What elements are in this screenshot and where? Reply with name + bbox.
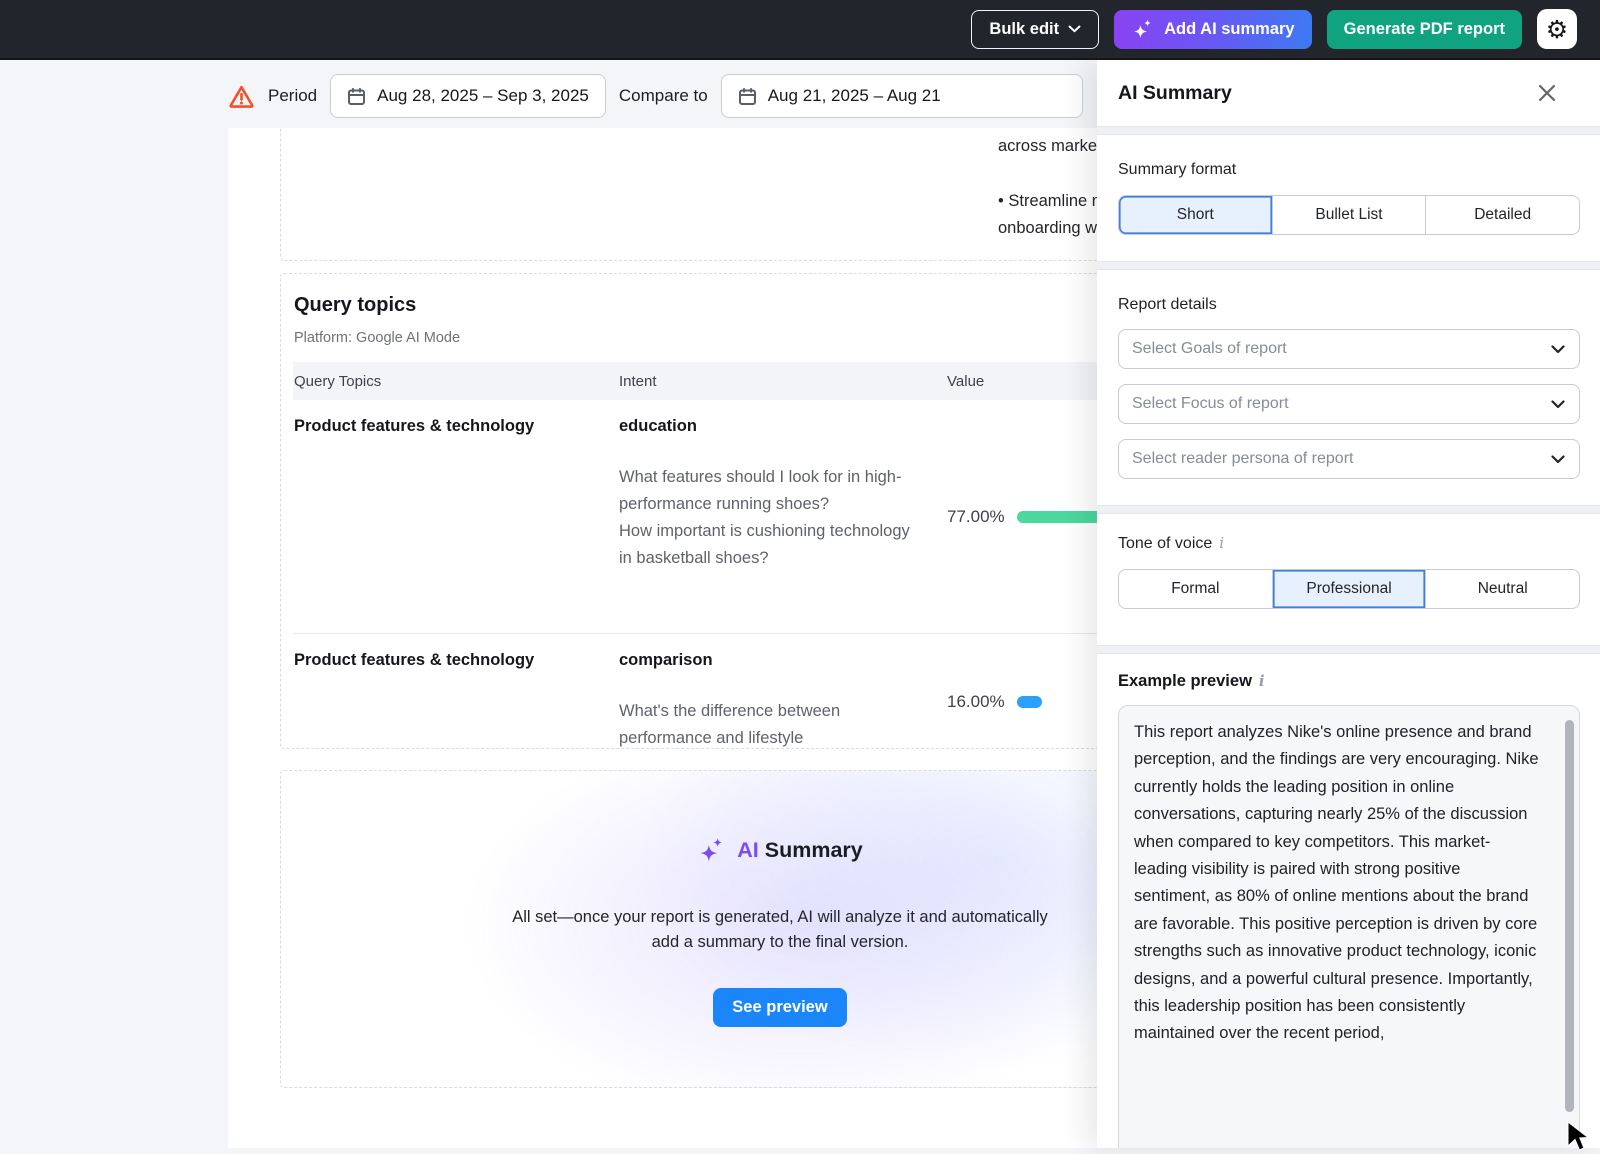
focus-select[interactable]: Select Focus of report xyxy=(1118,384,1580,424)
preview-scrollbar[interactable] xyxy=(1565,720,1574,1112)
section-divider xyxy=(1097,505,1600,514)
clipped-text-line: across market xyxy=(998,133,1106,160)
top-action-bar: Bulk edit Add AI summary Generate PDF re… xyxy=(0,0,1600,60)
ai-sparkles-icon xyxy=(697,835,727,865)
summary-format-segmented-control: Short Bullet List Detailed xyxy=(1118,195,1580,235)
section-divider xyxy=(1097,645,1600,654)
panel-title: AI Summary xyxy=(1118,82,1232,105)
report-details-label: Report details xyxy=(1118,296,1580,314)
row-intent: comparison xyxy=(619,651,947,670)
tone-option-formal[interactable]: Formal xyxy=(1119,570,1273,608)
tone-option-professional[interactable]: Professional xyxy=(1273,570,1427,608)
period-label: Period xyxy=(268,86,317,106)
add-ai-summary-button[interactable]: Add AI summary xyxy=(1114,10,1312,49)
warning-icon xyxy=(228,84,255,109)
info-icon: i xyxy=(1259,672,1265,690)
calendar-icon xyxy=(347,87,366,106)
clipped-text-line: onboarding wi xyxy=(998,215,1106,242)
format-option-bullet-list[interactable]: Bullet List xyxy=(1273,196,1427,234)
section-divider xyxy=(1097,126,1600,135)
example-preview-text: This report analyzes Nike's online prese… xyxy=(1134,719,1539,1048)
row-topic: Product features & technology xyxy=(293,651,619,749)
close-icon[interactable] xyxy=(1532,78,1562,108)
compare-to-label: Compare to xyxy=(619,86,708,106)
bulk-edit-button[interactable]: Bulk edit xyxy=(971,10,1099,49)
calendar-icon xyxy=(738,87,757,106)
ai-summary-panel: AI Summary Summary format Short Bullet L… xyxy=(1097,60,1600,1148)
settings-button[interactable]: ⚙ xyxy=(1537,9,1577,49)
reader-persona-select[interactable]: Select reader persona of report xyxy=(1118,439,1580,479)
column-header-intent: Intent xyxy=(619,373,947,390)
format-option-detailed[interactable]: Detailed xyxy=(1426,196,1579,234)
gear-icon: ⚙ xyxy=(1546,17,1568,42)
row-question: What features should I look for in high-… xyxy=(619,464,921,518)
generate-pdf-report-button[interactable]: Generate PDF report xyxy=(1327,10,1522,49)
tone-option-neutral[interactable]: Neutral xyxy=(1426,570,1579,608)
section-divider xyxy=(1097,261,1600,270)
example-preview-box: This report analyzes Nike's online prese… xyxy=(1118,705,1580,1148)
row-intent: education xyxy=(619,417,947,436)
value-bar xyxy=(1017,696,1043,708)
persona-select-placeholder: Select reader persona of report xyxy=(1132,450,1353,468)
row-topic: Product features & technology xyxy=(293,417,619,617)
tone-segmented-control: Formal Professional Neutral xyxy=(1118,569,1580,609)
row-value: 16.00% xyxy=(947,692,1005,712)
bulk-edit-label: Bulk edit xyxy=(989,20,1059,39)
chevron-down-icon xyxy=(1551,345,1565,354)
compare-date-range: Aug 21, 2025 – Aug 21 xyxy=(768,86,941,106)
row-question: What's the difference between performanc… xyxy=(619,698,921,749)
chevron-down-icon xyxy=(1551,400,1565,409)
ai-summary-card-title: AI Summary xyxy=(737,838,862,863)
summary-format-label: Summary format xyxy=(1118,161,1580,179)
mouse-cursor xyxy=(1566,1120,1600,1154)
tone-of-voice-label: Tone of voicei xyxy=(1118,534,1580,553)
clipped-text-line: • Streamline m xyxy=(998,188,1106,215)
period-date-range-picker[interactable]: Aug 28, 2025 – Sep 3, 2025 xyxy=(330,74,606,118)
row-value: 77.00% xyxy=(947,507,1005,527)
goals-select[interactable]: Select Goals of report xyxy=(1118,329,1580,369)
row-question: How important is cushioning technology i… xyxy=(619,518,921,572)
generate-pdf-label: Generate PDF report xyxy=(1344,20,1505,39)
chevron-down-icon xyxy=(1551,455,1565,464)
focus-select-placeholder: Select Focus of report xyxy=(1132,395,1289,413)
chevron-down-icon xyxy=(1068,25,1081,33)
info-icon: i xyxy=(1219,534,1224,552)
period-toolbar: Period Aug 28, 2025 – Sep 3, 2025 Compar… xyxy=(228,74,1083,118)
column-header-query-topics: Query Topics xyxy=(293,373,619,390)
see-preview-button[interactable]: See preview xyxy=(713,988,846,1027)
sparkles-icon xyxy=(1131,17,1155,41)
example-preview-label: Example previewi xyxy=(1118,672,1580,691)
add-ai-summary-label: Add AI summary xyxy=(1164,20,1295,39)
compare-date-range-picker[interactable]: Aug 21, 2025 – Aug 21 xyxy=(721,74,1083,118)
goals-select-placeholder: Select Goals of report xyxy=(1132,340,1287,358)
ai-summary-card-description: All set—once your report is generated, A… xyxy=(500,905,1060,955)
format-option-short[interactable]: Short xyxy=(1119,196,1273,234)
period-date-range: Aug 28, 2025 – Sep 3, 2025 xyxy=(377,86,589,106)
